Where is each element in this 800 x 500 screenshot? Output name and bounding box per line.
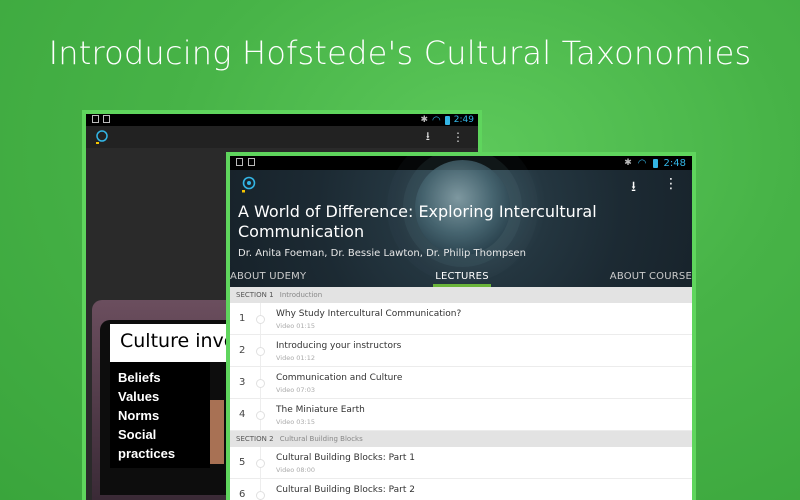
lecture-title: Introducing your instructors (276, 341, 402, 351)
slide-item: Values (118, 389, 160, 404)
front-tablet-screen: ✱ ◠ 2:48 ⭳ ⋮ A World of Difference: Expl… (226, 152, 696, 500)
slide-decoration (210, 400, 224, 464)
status-time: 2:48 (663, 157, 686, 169)
battery-icon (652, 158, 658, 168)
wifi-icon: ◠ (432, 114, 441, 126)
download-icon[interactable]: ⭳ (426, 127, 430, 148)
section-name: Introduction (279, 291, 323, 299)
wifi-icon: ◠ (637, 157, 647, 169)
section-label: SECTION 1 (236, 291, 274, 299)
progress-dot-icon (256, 459, 265, 468)
overflow-menu-icon[interactable]: ⋮ (452, 130, 464, 144)
lecture-title: Communication and Culture (276, 373, 403, 383)
lecture-row[interactable]: 1 Why Study Intercultural Communication?… (230, 303, 692, 335)
lecture-number: 4 (239, 409, 246, 420)
progress-dot-icon (256, 491, 265, 500)
progress-dot-icon (256, 347, 265, 356)
tab-about-course[interactable]: ABOUT COURSE (610, 270, 692, 287)
lecture-meta: Video 01:12 (276, 354, 316, 362)
overflow-menu-icon[interactable]: ⋮ (664, 176, 678, 200)
section-name: Cultural Building Blocks (279, 435, 363, 443)
lecture-number: 3 (239, 377, 246, 388)
slide-bullet-list: Beliefs Values Norms Social practices (110, 362, 210, 468)
battery-icon (444, 115, 450, 125)
progress-dot-icon (256, 379, 265, 388)
course-tabs: ABOUT UDEMY LECTURES ABOUT COURSE (230, 270, 692, 287)
section-label: SECTION 2 (236, 435, 274, 443)
progress-dot-icon (256, 411, 265, 420)
tab-about-udemy[interactable]: ABOUT UDEMY (230, 270, 306, 287)
lecture-meta: Video 01:15 (276, 322, 316, 330)
image-notification-icon (248, 158, 255, 166)
course-title: A World of Difference: Exploring Intercu… (238, 202, 597, 241)
lecture-row[interactable]: 4 The Miniature Earth Video 03:15 (230, 399, 692, 431)
lecture-number: 6 (239, 489, 246, 500)
lecture-meta: Video 03:15 (276, 418, 316, 426)
tab-lectures[interactable]: LECTURES (433, 270, 491, 287)
lecture-meta: Video 08:00 (276, 466, 316, 474)
back-status-bar: ✱ ◠ 2:49 (86, 114, 478, 126)
course-header: ⭳ ⋮ A World of Difference: Exploring Int… (230, 160, 692, 287)
lecture-meta: Video 07:03 (276, 386, 316, 394)
lecture-title: Why Study Intercultural Communication? (276, 309, 462, 319)
progress-dot-icon (256, 315, 265, 324)
udemy-logo-icon[interactable] (94, 129, 110, 145)
bluetooth-icon: ✱ (624, 158, 632, 168)
lecture-title: The Miniature Earth (276, 405, 365, 415)
lecture-number: 2 (239, 345, 246, 356)
lecture-number: 5 (239, 457, 246, 468)
section-header: SECTION 1 Introduction (230, 287, 692, 303)
lecture-row[interactable]: 5 Cultural Building Blocks: Part 1 Video… (230, 447, 692, 479)
promo-headline: Introducing Hofstede's Cultural Taxonomi… (48, 34, 752, 72)
image-notification-icon (103, 115, 110, 123)
slide-item: Beliefs (118, 370, 161, 385)
notification-icon (236, 158, 243, 166)
status-time: 2:49 (453, 115, 474, 125)
download-icon[interactable]: ⭳ (631, 176, 636, 200)
lecture-row[interactable]: 6 Cultural Building Blocks: Part 2 (230, 479, 692, 500)
udemy-logo-icon[interactable] (240, 176, 258, 194)
lecture-number: 1 (239, 313, 246, 324)
lecture-title: Cultural Building Blocks: Part 1 (276, 453, 415, 463)
notification-icon (92, 115, 99, 123)
back-action-bar: ⭳ ⋮ (86, 126, 478, 148)
course-authors: Dr. Anita Foeman, Dr. Bessie Lawton, Dr.… (238, 248, 526, 259)
bluetooth-icon: ✱ (420, 115, 429, 125)
lecture-row[interactable]: 3 Communication and Culture Video 07:03 (230, 367, 692, 399)
lecture-row[interactable]: 2 Introducing your instructors Video 01:… (230, 335, 692, 367)
lecture-title: Cultural Building Blocks: Part 2 (276, 485, 415, 495)
slide-item: Norms (118, 408, 160, 423)
slide-item: Social practices (118, 427, 176, 461)
lecture-list: SECTION 1 Introduction 1 Why Study Inter… (230, 287, 692, 500)
section-header: SECTION 2 Cultural Building Blocks (230, 431, 692, 447)
